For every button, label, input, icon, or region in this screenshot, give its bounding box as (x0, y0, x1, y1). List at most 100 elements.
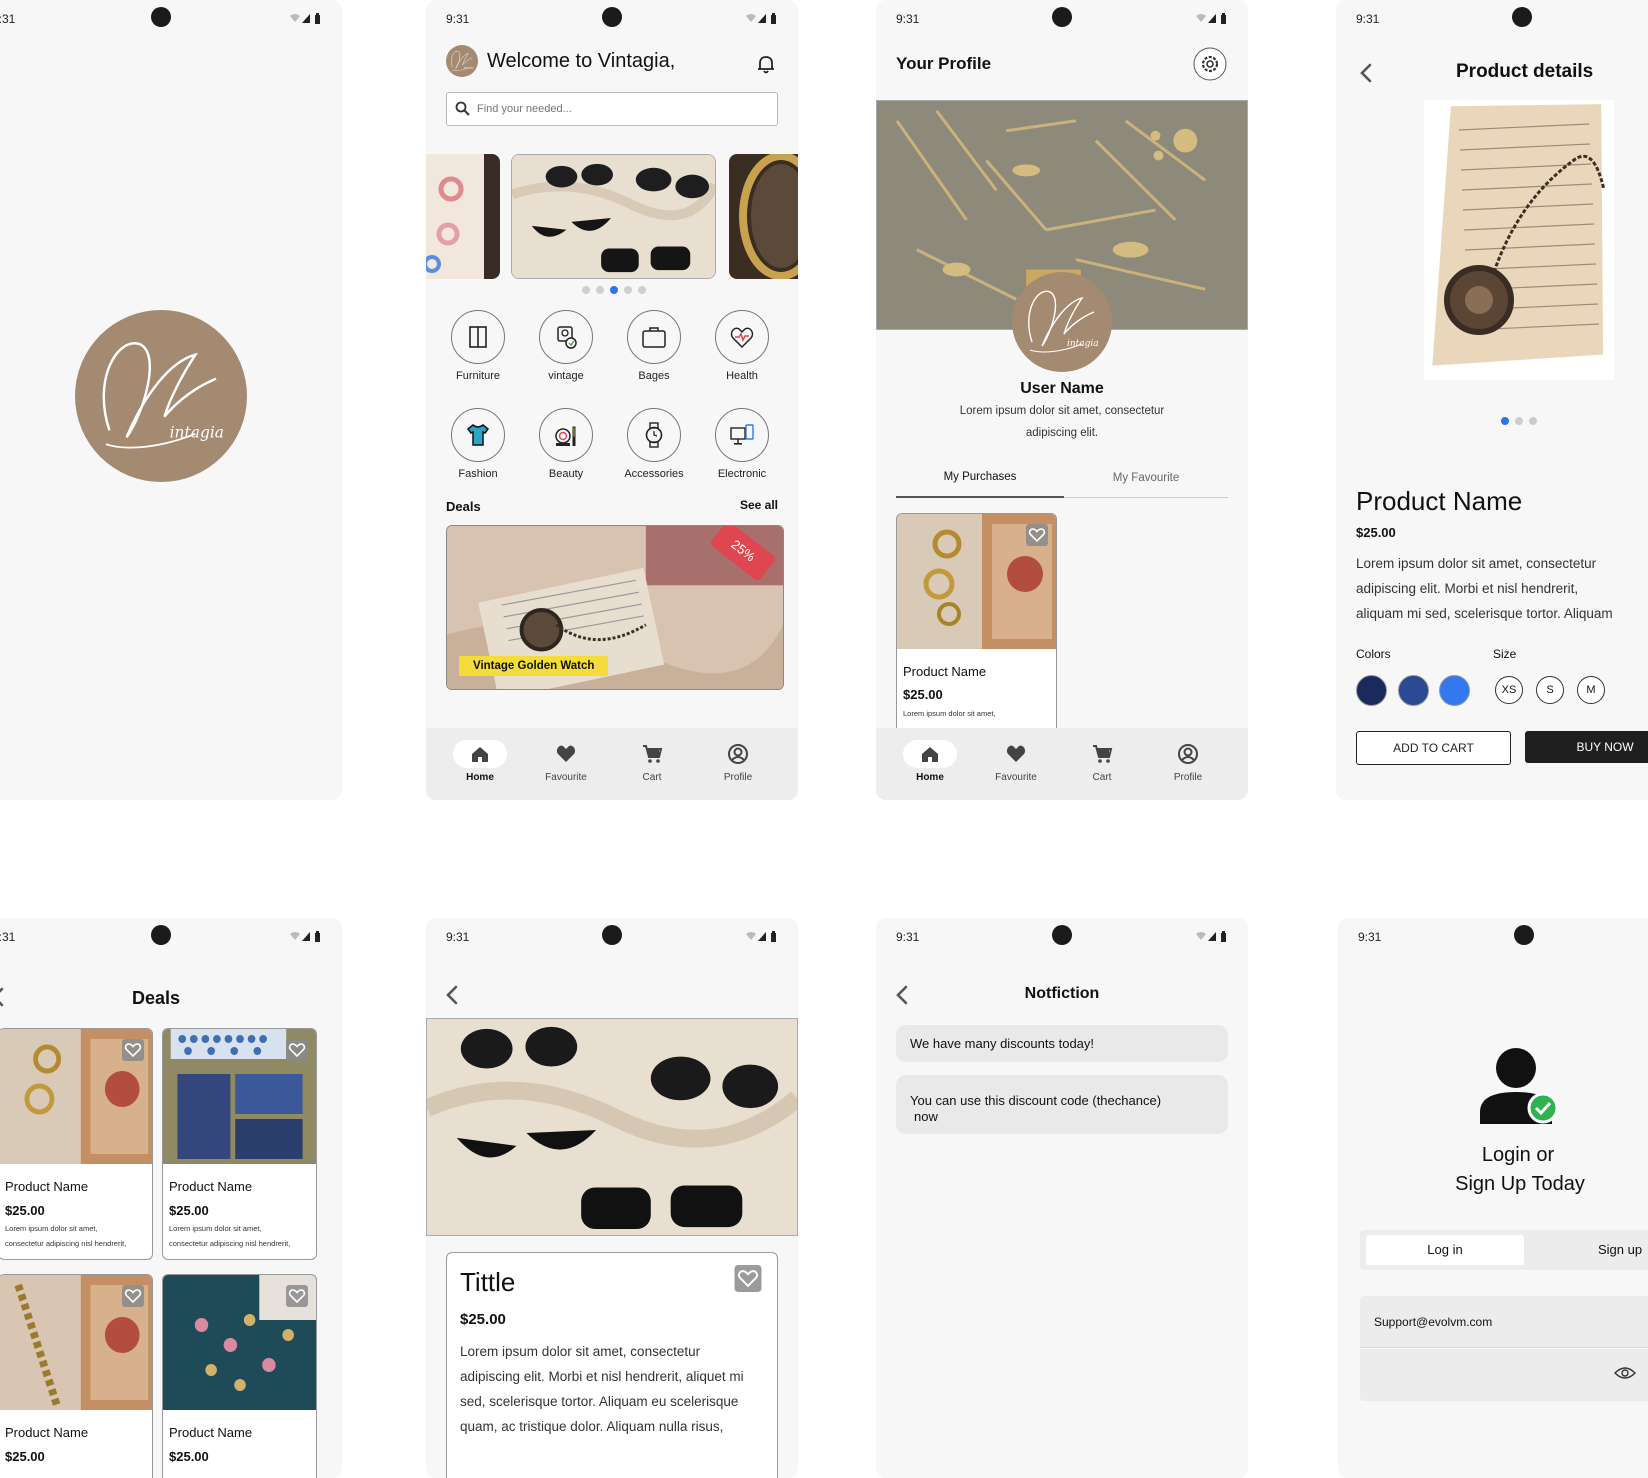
heart-icon (1006, 745, 1026, 762)
carousel-slide-next[interactable] (729, 154, 798, 279)
category-circle (539, 310, 593, 364)
search-bar[interactable] (446, 92, 778, 126)
see-all-link[interactable]: See all (740, 498, 778, 512)
carousel-dot[interactable] (638, 286, 646, 294)
category-beauty[interactable]: Beauty (526, 408, 606, 480)
bottom-nav: Home Favourite Cart Profile (876, 728, 1248, 800)
tab-my-favourite[interactable]: My Favourite (1064, 472, 1228, 484)
product-desc: consectetur adipiscing nisl hendrerit, (169, 1239, 291, 1248)
eye-icon[interactable] (1614, 1366, 1636, 1380)
category-furniture[interactable]: Furniture (438, 310, 518, 382)
tab-signup[interactable]: Sign up (1550, 1235, 1648, 1265)
email-field[interactable]: Support@evolvm.com (1360, 1296, 1648, 1348)
avatar[interactable] (446, 45, 478, 77)
category-circle (451, 408, 505, 462)
favourite-heart-icon[interactable] (286, 1285, 308, 1307)
back-chevron-icon[interactable] (442, 984, 464, 1006)
carousel-dot[interactable] (596, 286, 604, 294)
search-icon (455, 101, 470, 116)
item-detail-screen: 9:31 Tittle $25.00 Lorem ipsum dolor sit… (426, 918, 798, 1478)
favourite-heart-icon[interactable] (286, 1039, 308, 1061)
category-accessories[interactable]: Accessories (614, 408, 694, 480)
category-circle (451, 310, 505, 364)
nav-label: Home (466, 772, 494, 783)
nav-cart[interactable]: Cart (612, 740, 692, 783)
tab-my-purchases[interactable]: My Purchases (896, 471, 1064, 483)
deal-banner[interactable]: 25% Vintage Golden Watch (446, 525, 784, 690)
product-desc-1: Lorem ipsum dolor sit amet, consectetur (1356, 556, 1597, 571)
category-electronic[interactable]: Electronic (702, 408, 782, 480)
purchase-card[interactable]: Product Name $25.00 Lorem ipsum dolor si… (896, 513, 1057, 743)
carousel-dot[interactable] (582, 286, 590, 294)
carousel-slide-active[interactable] (511, 154, 716, 279)
size-xs[interactable]: XS (1495, 676, 1523, 704)
password-field[interactable] (1360, 1349, 1648, 1401)
nav-favourite[interactable]: Favourite (526, 740, 606, 783)
color-swatch-bright-blue[interactable] (1439, 675, 1470, 706)
nav-home[interactable]: Home (890, 740, 970, 783)
signal-battery-icon (290, 931, 322, 942)
home-icon (922, 747, 938, 762)
favourite-heart-icon[interactable] (733, 1265, 763, 1292)
product-name: Product Name (5, 1425, 89, 1440)
category-health[interactable]: Health (702, 310, 782, 382)
notifications-screen: 9:31 Notfiction We have many discounts t… (876, 918, 1248, 1478)
size-m[interactable]: M (1577, 676, 1605, 704)
bell-icon[interactable] (757, 54, 775, 74)
carousel-dot-active[interactable] (610, 286, 618, 294)
item-desc-3: sed, scelerisque tortor. Aliquam eu scel… (460, 1394, 739, 1409)
user-bio-line2: adipiscing elit. (1025, 427, 1099, 439)
profile-icon (1178, 744, 1198, 764)
search-input[interactable] (477, 99, 767, 119)
category-vintage[interactable]: vintage (526, 310, 606, 382)
back-chevron-icon[interactable] (1356, 62, 1378, 84)
notification-item[interactable]: You can use this discount code (thechanc… (896, 1075, 1228, 1134)
buy-now-button[interactable]: BUY NOW (1525, 731, 1648, 763)
vintagia-logo (75, 310, 247, 482)
settings-gear-icon[interactable] (1193, 47, 1227, 81)
status-bar: 9:31 (876, 918, 1248, 954)
cart-icon (1093, 745, 1113, 763)
camera-dot (602, 925, 622, 945)
add-to-cart-button[interactable]: ADD TO CART (1356, 731, 1511, 765)
product-price: $25.00 (5, 1449, 45, 1464)
dot-active (1501, 417, 1509, 425)
product-desc-2: adipiscing elit. Morbi et nisl hendrerit… (1356, 581, 1579, 596)
carousel-dot[interactable] (624, 286, 632, 294)
deal-card[interactable]: Product Name $25.00 Lorem ipsum dolor sit … (162, 1028, 317, 1260)
favourite-heart-icon[interactable] (122, 1285, 144, 1307)
status-time: 9:31 (0, 930, 16, 944)
nav-label: Profile (1173, 772, 1203, 783)
product-image (1424, 100, 1614, 380)
category-fashion[interactable]: Fashion (438, 408, 518, 480)
nav-home[interactable]: Home (440, 740, 520, 783)
deal-card[interactable]: Product Name $25.00 Lorem ipsum dolor sit … (0, 1028, 153, 1260)
carousel-slide-prev[interactable] (426, 154, 500, 279)
nav-pill (711, 740, 765, 768)
item-card: Tittle $25.00 Lorem ipsum dolor sit amet… (446, 1252, 778, 1478)
category-label: Accessories (624, 468, 684, 480)
tab-divider (1064, 497, 1228, 498)
size-s[interactable]: S (1536, 676, 1564, 704)
profile-icon (728, 744, 748, 764)
notification-item[interactable]: We have many discounts today! (896, 1025, 1228, 1062)
color-swatch-navy[interactable] (1356, 675, 1387, 706)
nav-pill (539, 740, 593, 768)
nav-cart[interactable]: Cart (1062, 740, 1142, 783)
favourite-heart-icon[interactable] (1026, 524, 1048, 546)
tab-login[interactable]: Log in (1366, 1235, 1524, 1265)
category-label: Bages (638, 370, 670, 382)
deal-card[interactable]: Product Name $25.00 (162, 1274, 317, 1478)
nav-profile[interactable]: Profile (698, 740, 778, 783)
category-bages[interactable]: Bages (614, 310, 694, 382)
item-price: $25.00 (460, 1311, 506, 1328)
deal-card[interactable]: Product Name $25.00 (0, 1274, 153, 1478)
status-bar: 9:31 (0, 918, 342, 954)
nav-profile[interactable]: Profile (1148, 740, 1228, 783)
camera-dot (1514, 925, 1534, 945)
profile-avatar[interactable] (1012, 272, 1112, 372)
favourite-heart-icon[interactable] (122, 1039, 144, 1061)
nav-favourite[interactable]: Favourite (976, 740, 1056, 783)
color-swatch-blue[interactable] (1398, 675, 1429, 706)
category-circle (715, 310, 769, 364)
